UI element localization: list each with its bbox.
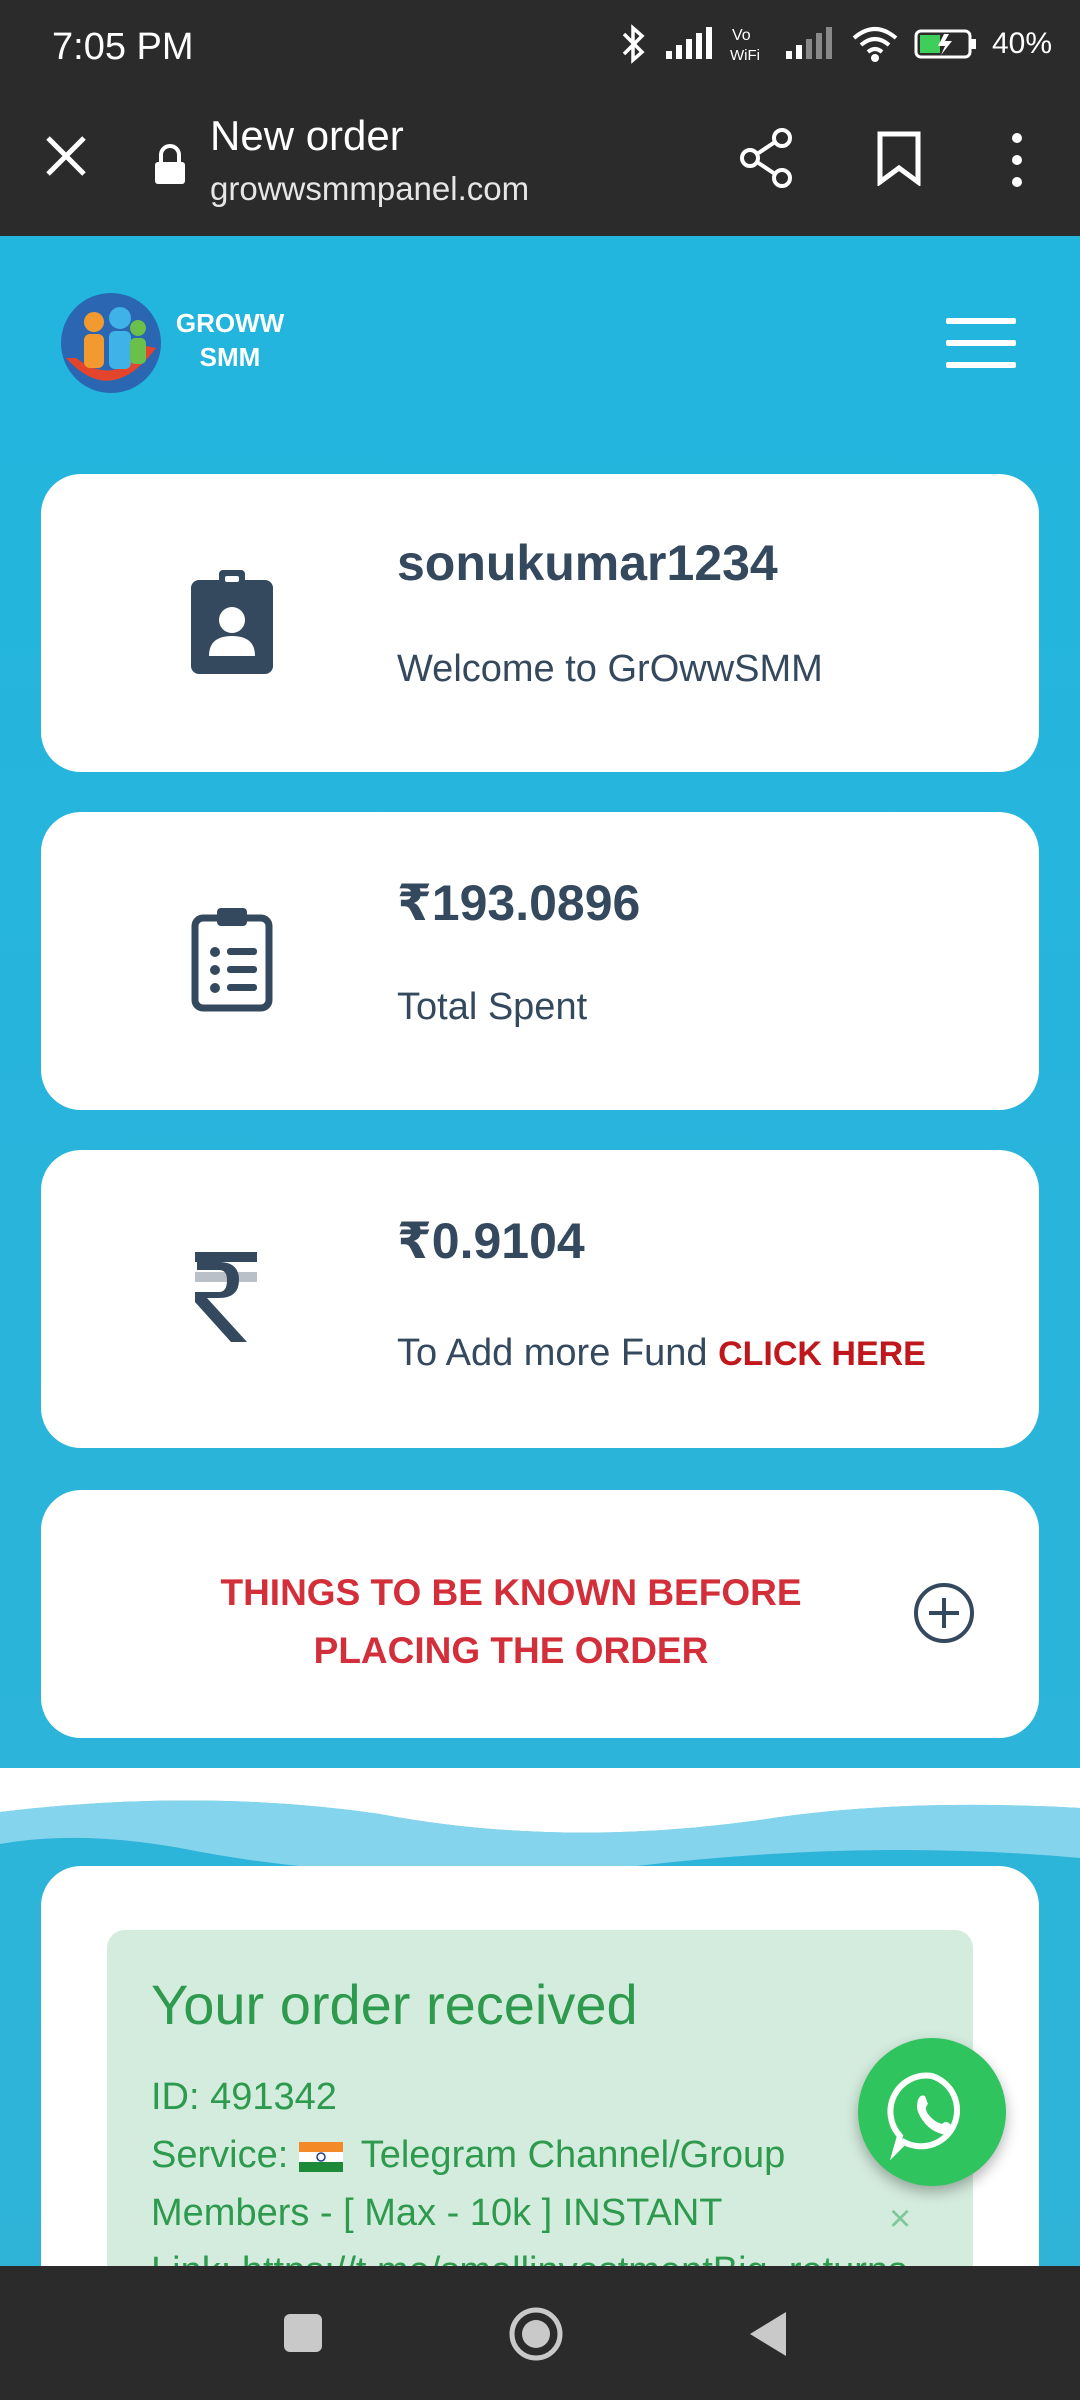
clipboard-list-icon: [191, 908, 273, 1012]
india-flag-icon: [298, 2141, 343, 2172]
welcome-text: Welcome to GrOwwSMM: [397, 648, 823, 690]
add-fund-label: To Add more Fund: [397, 1332, 708, 1374]
notice-card[interactable]: THINGS TO BE KNOWN BEFORE PLACING THE OR…: [41, 1490, 1039, 1738]
close-icon[interactable]: [40, 130, 92, 182]
order-success-alert: Your order received ID: 491342 Service: …: [107, 1930, 973, 2266]
groww-smm-logo[interactable]: [56, 288, 166, 398]
signal-icon-2: [785, 27, 832, 59]
wifi-icon: [852, 27, 898, 62]
hamburger-menu-icon[interactable]: [946, 318, 1016, 370]
expand-plus-icon[interactable]: [913, 1582, 975, 1644]
svg-text:Vo: Vo: [732, 27, 751, 44]
alert-body: ID: 491342 Service: Telegram Channel/Gro…: [151, 2068, 951, 2266]
total-spent-label: Total Spent: [397, 986, 588, 1028]
whatsapp-button[interactable]: [858, 2038, 1006, 2186]
bookmark-icon[interactable]: [876, 130, 922, 186]
svg-text:WiFi: WiFi: [730, 47, 760, 64]
user-card: sonukumar1234 Welcome to GrOwwSMM: [41, 474, 1039, 772]
brand-line-1: GROWW: [175, 308, 285, 338]
order-id: ID: 491342: [151, 2076, 337, 2118]
id-badge-icon: [191, 570, 273, 674]
home-icon[interactable]: [508, 2306, 564, 2362]
whatsapp-icon: [887, 2072, 961, 2161]
battery-icon: [914, 29, 976, 59]
more-options-icon[interactable]: [1000, 130, 1034, 190]
back-icon[interactable]: [748, 2310, 788, 2358]
order-link: Link: https://t.me/smallinvestmentBig_re…: [151, 2242, 951, 2266]
username: sonukumar1234: [397, 535, 778, 591]
status-icons: Vo WiFi 40%: [616, 24, 1052, 64]
total-spent-amount: ₹193.0896: [397, 875, 641, 931]
notice-line-2: PLACING THE ORDER: [313, 1630, 709, 1671]
page-domain[interactable]: growwsmmpanel.com: [210, 170, 529, 208]
status-bar: 7:05 PM Vo WiFi 40%: [0, 0, 1080, 96]
order-service: Service: Telegram Channel/Group Members …: [151, 2126, 951, 2242]
browser-toolbar: New order growwsmmpanel.com: [0, 96, 1080, 236]
service-prefix: Service:: [151, 2134, 289, 2176]
notice-line-1: THINGS TO BE KNOWN BEFORE: [220, 1572, 802, 1613]
brand-line-2: SMM: [199, 342, 261, 372]
balance-card: ₹0.9104 To Add more Fund CLICK HERE: [41, 1150, 1039, 1448]
balance-amount: ₹0.9104: [397, 1213, 585, 1269]
page-content: GROWW SMM sonukumar1234 Welcome to GrOww…: [0, 236, 1080, 2266]
bluetooth-icon: [622, 24, 645, 64]
notice-heading: THINGS TO BE KNOWN BEFORE PLACING THE OR…: [191, 1564, 831, 1680]
lock-icon: [155, 144, 185, 184]
total-spent-card: ₹193.0896 Total Spent: [41, 812, 1039, 1110]
vowifi-icon: Vo WiFi: [730, 27, 760, 64]
add-fund-text: To Add more Fund CLICK HERE: [397, 1332, 926, 1375]
rupee-icon: [195, 1252, 257, 1342]
alert-title: Your order received: [151, 1973, 638, 2036]
brand-name: GROWW SMM: [170, 306, 290, 374]
add-fund-link[interactable]: CLICK HERE: [718, 1335, 926, 1373]
status-time: 7:05 PM: [52, 26, 194, 68]
share-icon[interactable]: [738, 128, 794, 188]
alert-close-button[interactable]: ×: [889, 2198, 911, 2241]
signal-icon: [665, 27, 712, 59]
battery-percent: 40%: [991, 27, 1052, 60]
system-navigation-bar: [0, 2266, 1080, 2400]
recents-icon[interactable]: [284, 2314, 322, 2352]
page-title: New order: [210, 112, 404, 159]
